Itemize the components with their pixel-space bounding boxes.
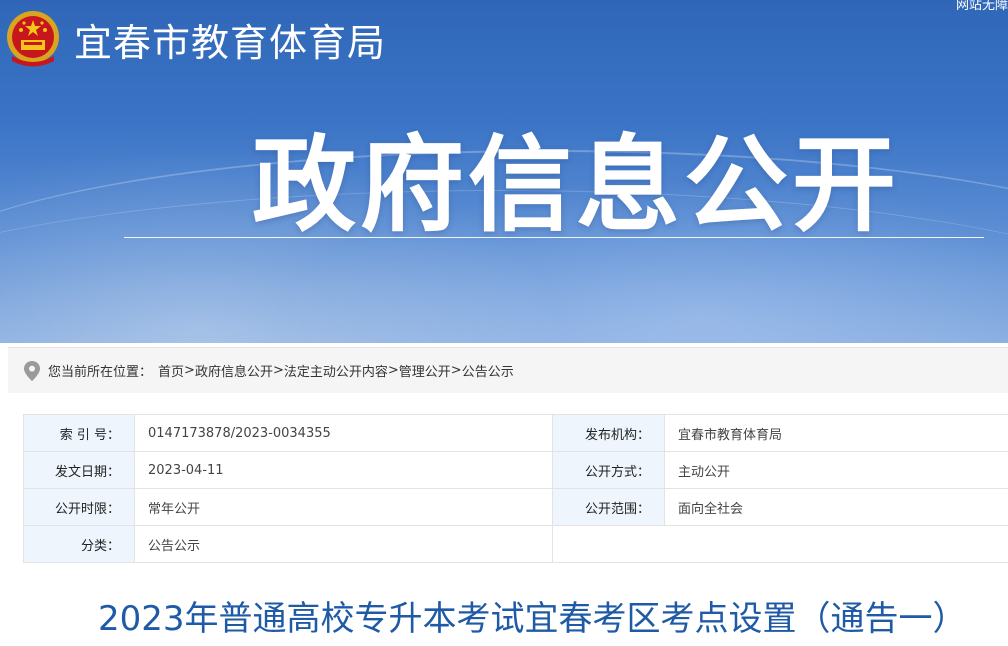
national-emblem-icon[interactable] [4,8,62,70]
disclosure-scope-value: 面向全社会 [664,488,1008,526]
banner-underline [124,237,984,238]
breadcrumb-item-gov-info[interactable]: 政府信息公开 [195,361,273,380]
disclosure-mode-label: 公开方式： [552,451,665,489]
banner-title: 政府信息公开 [252,124,901,246]
site-title[interactable]: 宜春市教育体育局 [74,18,386,68]
breadcrumb-separator: > [387,363,399,378]
breadcrumb-separator: > [450,363,462,378]
index-number-label: 索 引 号： [23,414,135,452]
location-pin-icon [24,360,40,381]
header-banner: 宜春市教育体育局 网站无障 政府信息公开 [0,0,1008,343]
table-row: 索 引 号： 0147173878/2023-0034355 发布机构： 宜春市… [23,414,1008,452]
disclosure-period-label: 公开时限： [23,488,135,526]
breadcrumb-item-notices[interactable]: 公告公示 [462,361,514,380]
table-row: 发文日期： 2023-04-11 公开方式： 主动公开 [23,451,1008,489]
article-title: 2023年普通高校专升本考试宜春考区考点设置（通告一） [98,599,967,639]
breadcrumb-separator: > [184,363,195,378]
publisher-label: 发布机构： [552,414,665,452]
breadcrumb-prefix: 您当前所在位置： [48,365,153,380]
category-label: 分类： [23,525,135,563]
breadcrumb-item-statutory[interactable]: 法定主动公开内容 [284,361,388,380]
category-value: 公告公示 [134,525,553,563]
accessibility-link[interactable]: 网站无障 [956,0,1008,13]
breadcrumb-item-home[interactable]: 首页 [158,361,184,380]
issue-date-label: 发文日期： [23,451,135,489]
disclosure-mode-value: 主动公开 [664,451,1008,489]
issue-date-value: 2023-04-11 [134,451,553,489]
breadcrumb-item-management[interactable]: 管理公开 [399,361,451,380]
empty-cell [552,525,1008,563]
index-number-value: 0147173878/2023-0034355 [134,414,553,452]
disclosure-period-value: 常年公开 [134,488,553,526]
table-row: 分类： 公告公示 [23,525,1008,563]
breadcrumb: 您当前所在位置： 首页 > 政府信息公开 > 法定主动公开内容 > 管理公开 >… [8,347,1008,393]
breadcrumb-separator: > [272,363,284,378]
table-row: 公开时限： 常年公开 公开范围： 面向全社会 [23,488,1008,526]
publisher-value: 宜春市教育体育局 [664,414,1008,452]
document-meta-table: 索 引 号： 0147173878/2023-0034355 发布机构： 宜春市… [23,414,1008,563]
disclosure-scope-label: 公开范围： [552,488,665,526]
